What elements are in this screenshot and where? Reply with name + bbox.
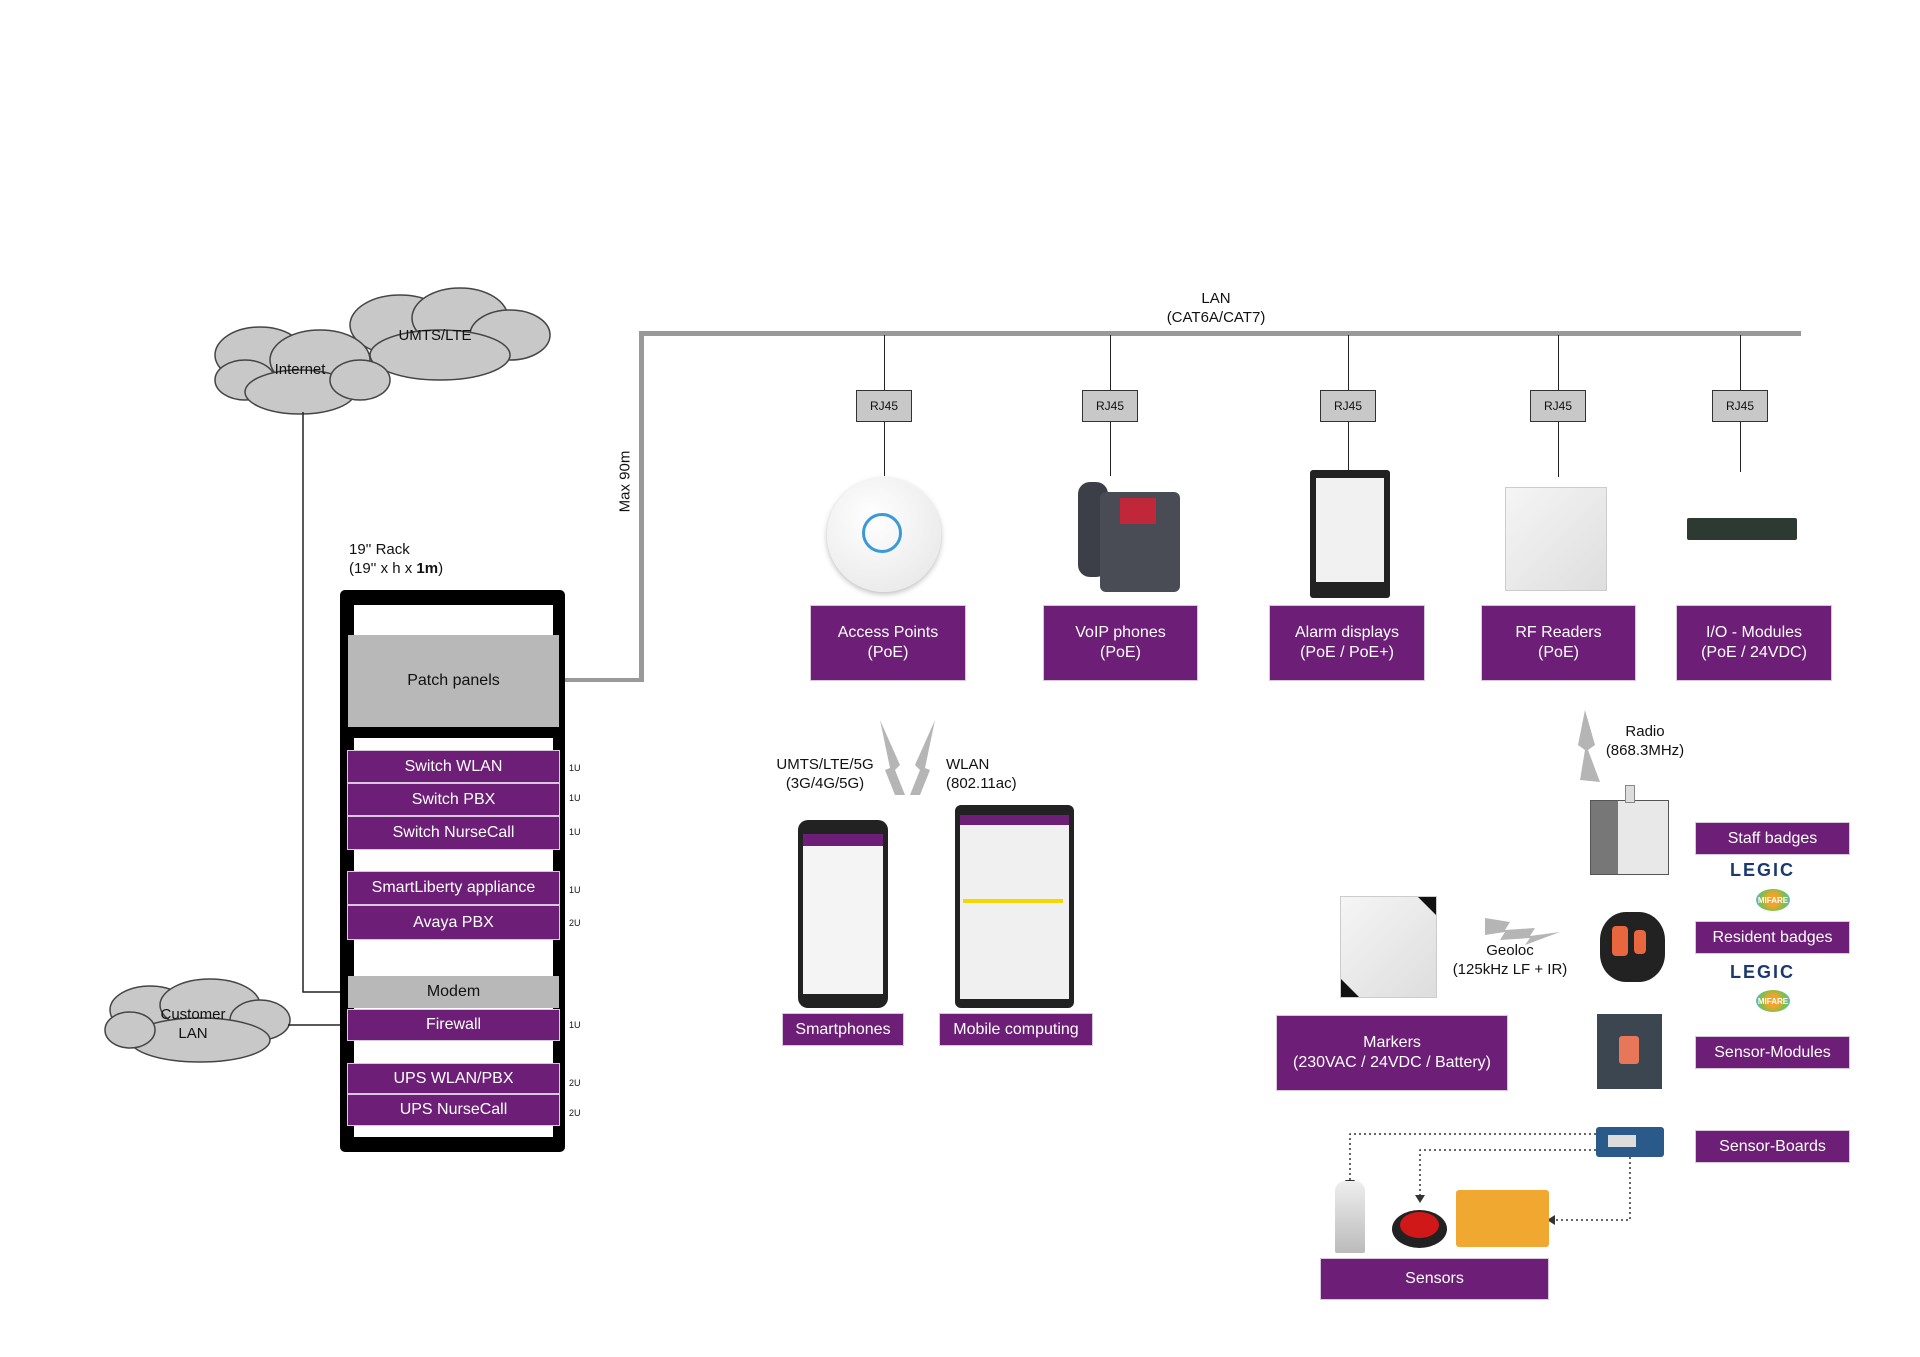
- unit-size: 2U: [569, 1108, 581, 1118]
- cloud-internet-label: Internet: [274, 361, 326, 378]
- drop-line: [1558, 335, 1559, 390]
- rack-unit: Switch PBX: [348, 784, 559, 815]
- drop-line: [884, 422, 885, 476]
- rf-reader-image: [1505, 487, 1607, 591]
- unit-size: 1U: [569, 793, 581, 803]
- drop-line: [1110, 422, 1111, 476]
- rack-unit: UPS WLAN/PBX: [348, 1064, 559, 1093]
- rj45-port: RJ45: [1712, 390, 1768, 422]
- cloud-customer-lan-label: Customer LAN: [160, 1006, 226, 1042]
- device-box-rf-readers: RF Readers (PoE): [1482, 606, 1635, 680]
- staff-badges-box: Staff badges: [1696, 823, 1849, 854]
- sensor-board-image: [1596, 1127, 1664, 1157]
- drop-line: [1348, 335, 1349, 390]
- sensor-module-image: [1597, 1014, 1662, 1089]
- rack-unit: Avaya PBX: [348, 906, 559, 939]
- mifare-logo: MIFARE: [1756, 889, 1790, 911]
- rack-title-text: 19'' Rack: [349, 541, 410, 558]
- cloud-umts-label: UMTS/LTE: [398, 327, 472, 344]
- geoloc-label: Geoloc (125kHz LF + IR): [1452, 942, 1568, 978]
- sensor-mat-image: [1456, 1190, 1549, 1247]
- tablet-image: [955, 805, 1074, 1008]
- smartphones-box: Smartphones: [783, 1014, 903, 1045]
- unit-size: 1U: [569, 1020, 581, 1030]
- device-box-io-modules: I/O - Modules (PoE / 24VDC): [1677, 606, 1831, 680]
- emergency-button-image: [1392, 1210, 1447, 1248]
- device-box-access-points: Access Points (PoE): [811, 606, 965, 680]
- drop-line: [1740, 422, 1741, 472]
- radio-label: Radio (868.3MHz): [1605, 723, 1685, 759]
- sensors-box: Sensors: [1321, 1259, 1548, 1299]
- alarm-display-image: [1310, 470, 1390, 598]
- resident-watch-image: [1600, 912, 1665, 982]
- rack-unit: Switch WLAN: [348, 751, 559, 782]
- patch-panels: Patch panels: [348, 635, 559, 727]
- rack-dims-depth: 1m: [416, 560, 439, 577]
- io-module-image: [1687, 518, 1797, 540]
- unit-size: 2U: [569, 918, 581, 928]
- unit-size: 1U: [569, 763, 581, 773]
- rj45-port: RJ45: [1530, 390, 1586, 422]
- legic-logo: LEGIC: [1730, 962, 1796, 982]
- rj45-port: RJ45: [1082, 390, 1138, 422]
- rack-unit: SmartLiberty appliance: [348, 872, 559, 904]
- sensor-modules-box: Sensor-Modules: [1696, 1037, 1849, 1068]
- rack-unit: Switch NurseCall: [348, 817, 559, 849]
- staff-badge-image: [1590, 800, 1669, 875]
- legic-logo: LEGIC: [1730, 860, 1796, 880]
- drop-line: [1740, 335, 1741, 390]
- unit-size: 1U: [569, 827, 581, 837]
- rack-unit-modem: Modem: [348, 976, 559, 1008]
- rack-title: 19'' Rack (19'' x h x 1m): [349, 540, 444, 578]
- drop-line: [1348, 422, 1349, 470]
- rj45-port: RJ45: [1320, 390, 1376, 422]
- diagram-canvas: LAN (CAT6A/CAT7) Max 90m UMTS/LTE Intern…: [0, 0, 1920, 1357]
- smartphone-image: [798, 820, 888, 1008]
- mobile-computing-box: Mobile computing: [940, 1014, 1092, 1045]
- cellular-label: UMTS/LTE/5G (3G/4G/5G): [776, 756, 874, 792]
- markers-box: Markers (230VAC / 24VDC / Battery): [1277, 1016, 1507, 1090]
- drop-line: [884, 335, 885, 390]
- marker-image: [1340, 896, 1437, 998]
- rack-unit: Firewall: [348, 1010, 559, 1040]
- rack-dims-suffix: ): [438, 560, 444, 577]
- rack-dims-prefix: (19'' x h x: [349, 560, 417, 577]
- drop-line: [1558, 422, 1559, 477]
- voip-phone-image: [1050, 482, 1185, 594]
- badge-clip-icon: [1625, 785, 1635, 803]
- device-box-alarm-displays: Alarm displays (PoE / PoE+): [1270, 606, 1424, 680]
- rj45-port: RJ45: [856, 390, 912, 422]
- device-box-voip-phones: VoIP phones (PoE): [1044, 606, 1197, 680]
- rack-unit: UPS NurseCall: [348, 1095, 559, 1125]
- unit-size: 2U: [569, 1078, 581, 1088]
- resident-badges-box: Resident badges: [1696, 922, 1849, 953]
- mifare-logo: MIFARE: [1756, 990, 1790, 1012]
- motion-sensor-image: [1335, 1181, 1365, 1253]
- rack-dims: (19'' x h x 1m): [349, 559, 443, 578]
- unit-size: 1U: [569, 885, 581, 895]
- drop-line: [1110, 335, 1111, 390]
- access-point-image: [827, 478, 941, 592]
- sensor-boards-box: Sensor-Boards: [1696, 1131, 1849, 1162]
- wlan-label: WLAN (802.11ac): [946, 756, 1017, 792]
